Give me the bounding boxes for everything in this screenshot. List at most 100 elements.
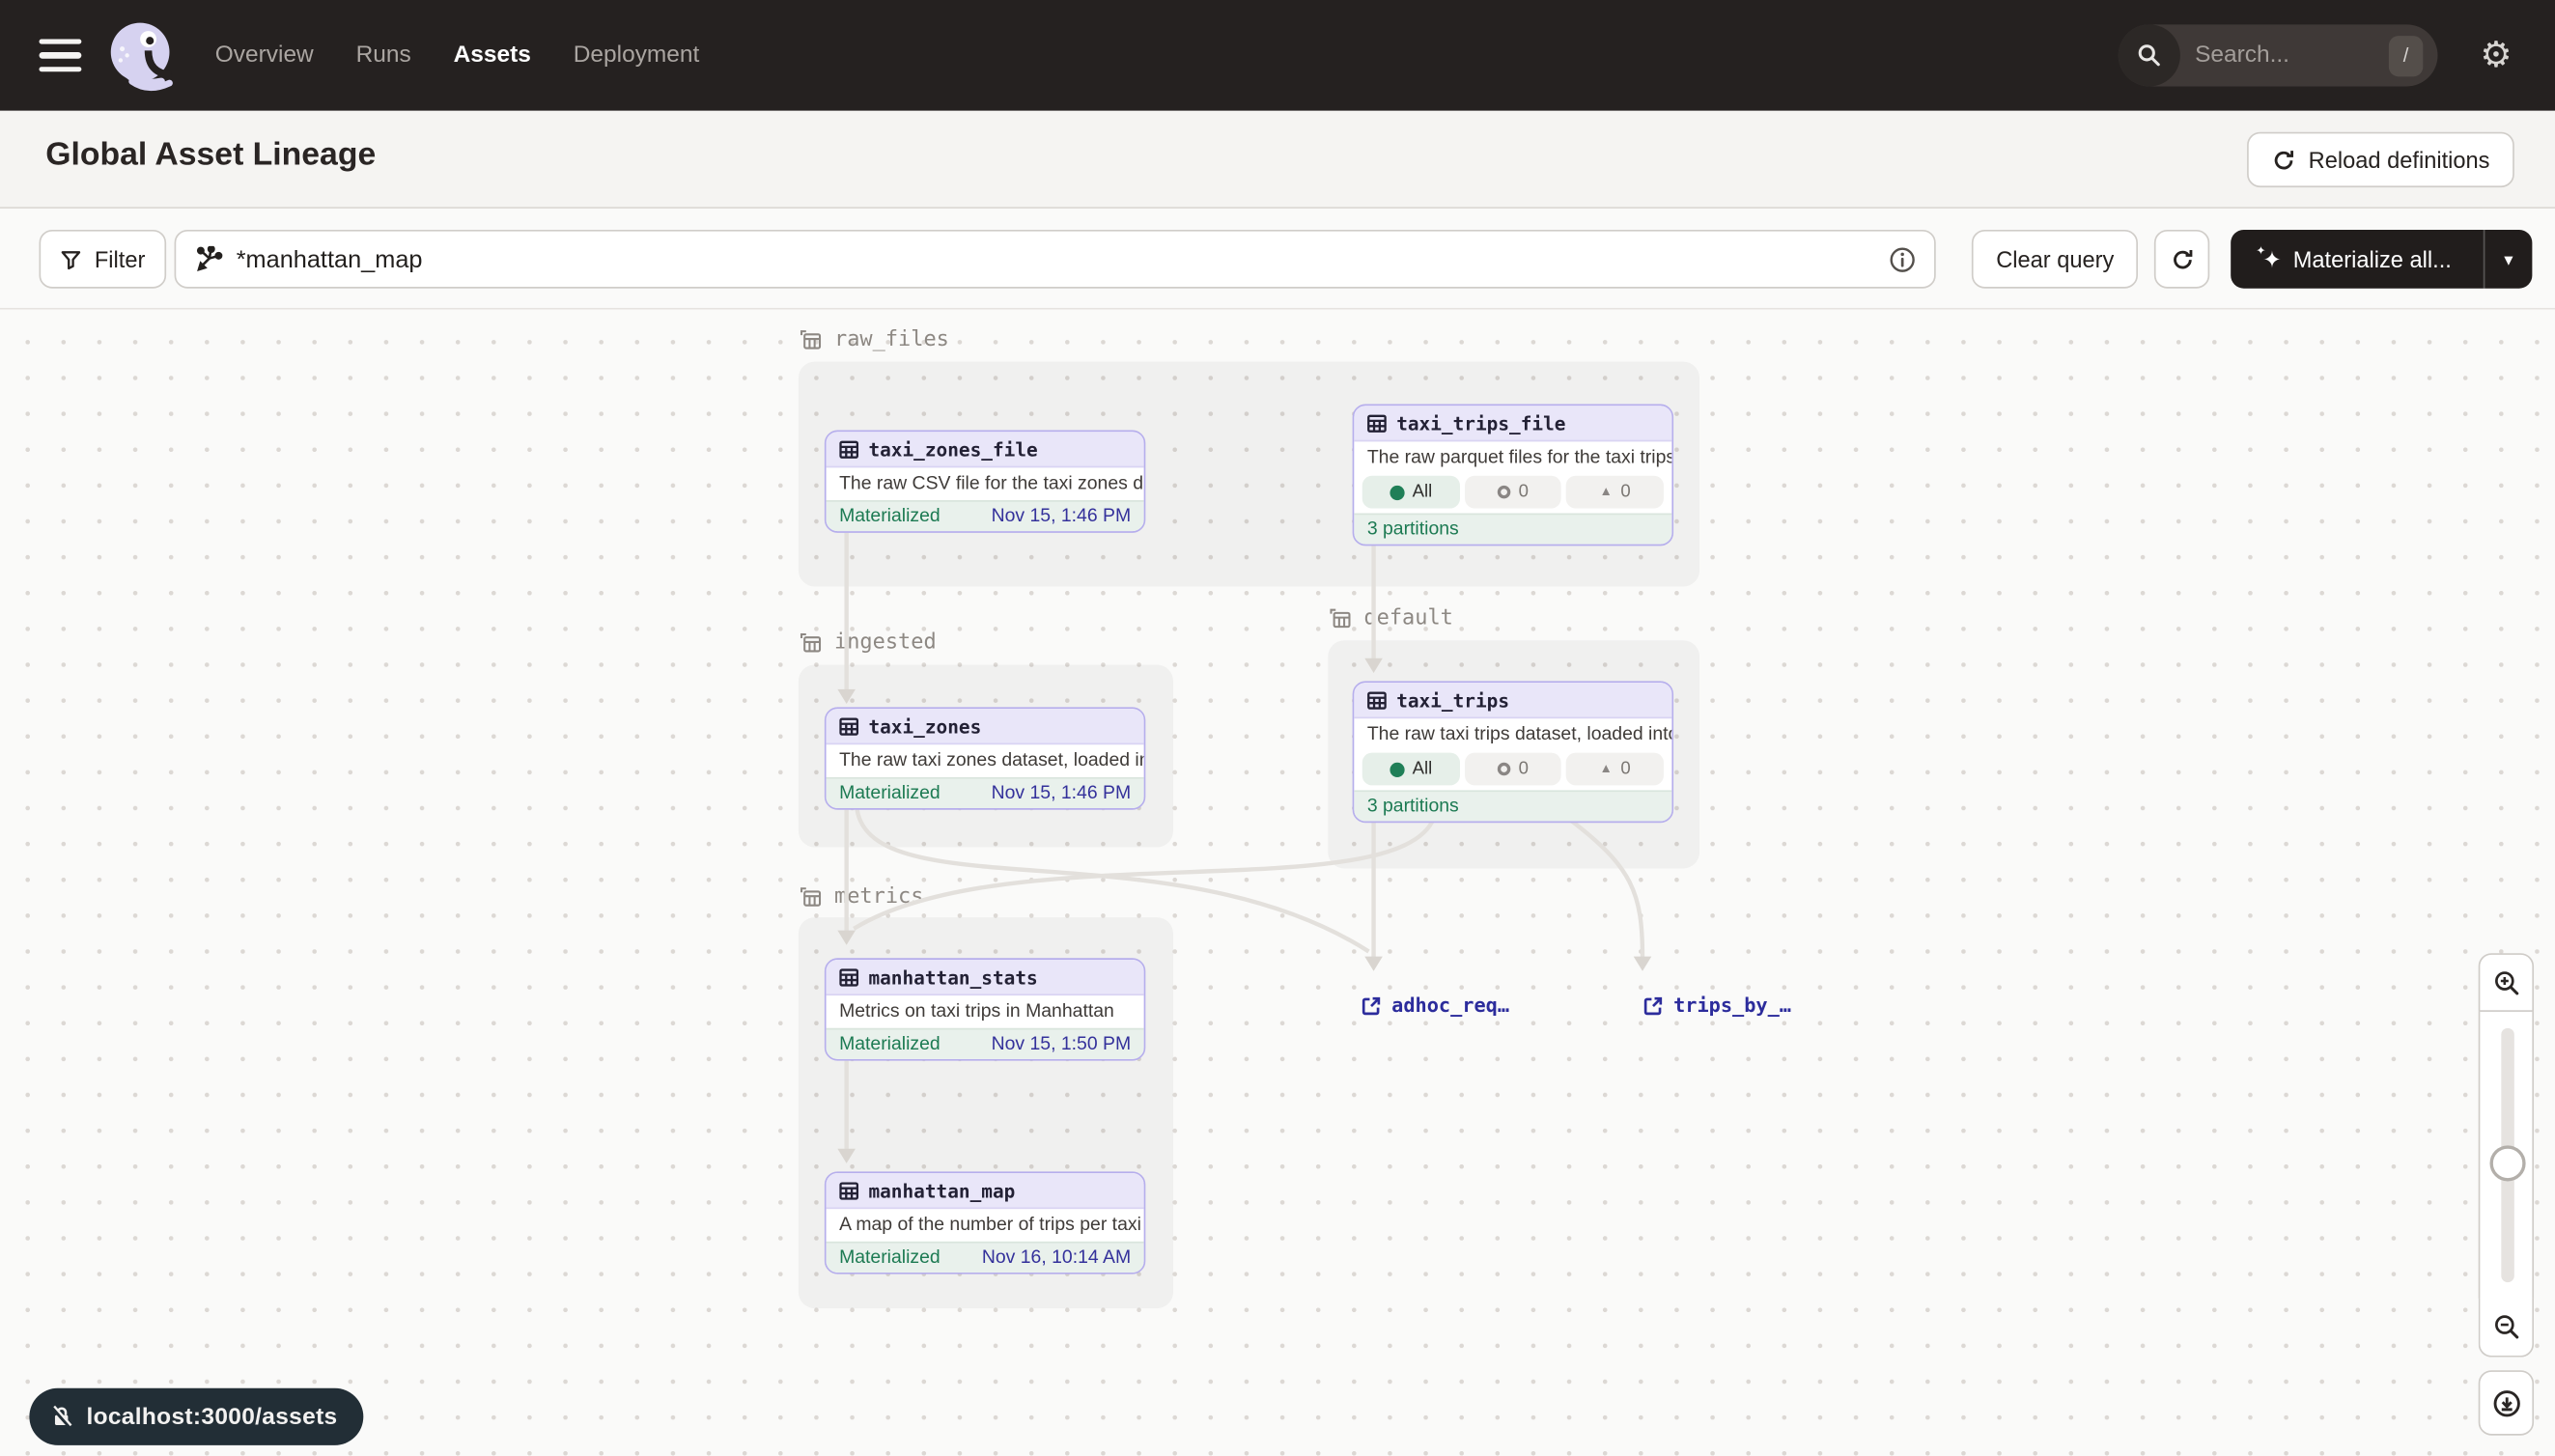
download-image-button[interactable] bbox=[2479, 1370, 2534, 1436]
zoom-in-button[interactable] bbox=[2479, 953, 2534, 1012]
asset-name: taxi_trips_file bbox=[1396, 411, 1565, 434]
reload-definitions-label: Reload definitions bbox=[2309, 147, 2490, 173]
dagster-app: Overview Runs Assets Deployment Search..… bbox=[0, 0, 2555, 1456]
page-header: Global Asset Lineage Reload definitions bbox=[0, 111, 2555, 209]
asset-selection-value: *manhattan_map bbox=[237, 245, 1889, 273]
browser-status-url: localhost:3000/assets bbox=[29, 1388, 363, 1445]
asset-status-footer: Materialized Nov 16, 10:14 AM bbox=[827, 1242, 1144, 1273]
external-link-icon bbox=[1642, 994, 1664, 1016]
info-icon[interactable] bbox=[1889, 245, 1917, 273]
asset-name: manhattan_stats bbox=[868, 966, 1037, 989]
clear-query-button[interactable]: Clear query bbox=[1972, 230, 2139, 289]
materialize-all-label: Materialize all... bbox=[2293, 246, 2452, 272]
insecure-lock-icon bbox=[49, 1405, 73, 1429]
missing-ring-icon bbox=[1498, 486, 1511, 499]
search-placeholder: Search... bbox=[2195, 42, 2389, 69]
materialized-timestamp: Nov 15, 1:46 PM bbox=[992, 784, 1132, 803]
materialize-dropdown-caret[interactable]: ▾ bbox=[2485, 248, 2532, 269]
table-icon bbox=[839, 1181, 858, 1200]
funnel-icon bbox=[60, 248, 81, 269]
filter-label: Filter bbox=[95, 246, 146, 272]
zoom-slider[interactable] bbox=[2479, 1012, 2534, 1299]
reload-definitions-button[interactable]: Reload definitions bbox=[2247, 132, 2514, 187]
materialized-timestamp: Nov 16, 10:14 AM bbox=[982, 1248, 1131, 1268]
lineage-edges bbox=[0, 310, 2555, 1456]
primary-nav: Overview Runs Assets Deployment bbox=[215, 42, 700, 69]
asset-node-taxi_zones_file[interactable]: taxi_zones_file The raw CSV file for the… bbox=[825, 431, 1145, 533]
asset-name: taxi_zones bbox=[868, 714, 981, 738]
sparkle-icon: ✦✦ bbox=[2262, 248, 2282, 271]
menu-hamburger-icon[interactable] bbox=[40, 40, 82, 72]
asset-status-footer: 3 partitions bbox=[1354, 514, 1671, 545]
failed-triangle-icon: ▲ bbox=[1600, 486, 1613, 499]
downstream-asset-label: adhoc_req… bbox=[1391, 994, 1509, 1017]
partitions-all-pill[interactable]: All bbox=[1362, 753, 1460, 786]
global-search-input[interactable]: Search... / bbox=[2119, 24, 2438, 86]
success-dot-icon bbox=[1390, 762, 1404, 776]
lineage-toolbar: Filter *manhattan_map Cl bbox=[0, 209, 2555, 310]
reload-icon bbox=[2271, 148, 2295, 172]
asset-status-footer: Materialized Nov 15, 1:50 PM bbox=[827, 1028, 1144, 1059]
asset-name: manhattan_map bbox=[868, 1179, 1015, 1202]
asset-node-header: manhattan_map bbox=[827, 1173, 1144, 1209]
table-icon bbox=[839, 439, 858, 459]
partitions-missing-pill[interactable]: 0 bbox=[1465, 476, 1562, 509]
asset-status-footer: Materialized Nov 15, 1:46 PM bbox=[827, 500, 1144, 531]
search-shortcut-key: / bbox=[2389, 35, 2423, 75]
lineage-canvas[interactable]: raw_files ingested default metrics bbox=[0, 310, 2555, 1456]
table-icon bbox=[1367, 690, 1387, 710]
downstream-asset-link-adhoc_request[interactable]: adhoc_req… bbox=[1361, 994, 1509, 1017]
partitions-failed-pill[interactable]: ▲0 bbox=[1566, 476, 1664, 509]
partitions-all-pill[interactable]: All bbox=[1362, 476, 1460, 509]
asset-node-taxi_trips[interactable]: taxi_trips The raw taxi trips dataset, l… bbox=[1353, 681, 1673, 823]
asset-node-header: manhattan_stats bbox=[827, 960, 1144, 995]
asset-description: A map of the number of trips per taxi z.… bbox=[827, 1209, 1144, 1242]
asset-status-footer: 3 partitions bbox=[1354, 790, 1671, 821]
asset-node-taxi_trips_file[interactable]: taxi_trips_file The raw parquet files fo… bbox=[1353, 405, 1673, 546]
nav-item-assets[interactable]: Assets bbox=[454, 42, 531, 69]
refresh-graph-button[interactable] bbox=[2154, 230, 2209, 289]
download-icon bbox=[2490, 1387, 2521, 1418]
materialized-status: Materialized bbox=[839, 784, 941, 803]
asset-name: taxi_zones_file bbox=[868, 437, 1037, 461]
materialized-status: Materialized bbox=[839, 1248, 941, 1268]
asset-node-taxi_zones[interactable]: taxi_zones The raw taxi zones dataset, l… bbox=[825, 707, 1145, 809]
partitions-failed-pill[interactable]: ▲0 bbox=[1566, 753, 1664, 786]
partition-health-pills: All 0 ▲0 bbox=[1354, 751, 1671, 791]
materialized-timestamp: Nov 15, 1:46 PM bbox=[992, 507, 1132, 526]
asset-description: The raw taxi zones dataset, loaded int..… bbox=[827, 744, 1144, 777]
dagster-logo[interactable] bbox=[104, 18, 180, 94]
refresh-icon bbox=[2170, 247, 2194, 271]
zoom-out-button[interactable] bbox=[2479, 1299, 2534, 1358]
zoom-slider-handle[interactable] bbox=[2490, 1145, 2526, 1181]
top-nav-bar: Overview Runs Assets Deployment Search..… bbox=[0, 0, 2555, 111]
nav-item-deployment[interactable]: Deployment bbox=[574, 42, 700, 69]
partition-count: 3 partitions bbox=[1367, 519, 1459, 539]
asset-description: The raw taxi trips dataset, loaded into … bbox=[1354, 718, 1671, 751]
downstream-asset-link-trips_by[interactable]: trips_by_… bbox=[1642, 994, 1791, 1017]
clear-query-label: Clear query bbox=[1996, 246, 2114, 272]
materialized-status: Materialized bbox=[839, 1035, 941, 1054]
asset-selection-input[interactable]: *manhattan_map bbox=[175, 230, 1936, 289]
asset-name: taxi_trips bbox=[1396, 688, 1509, 712]
asset-node-header: taxi_trips bbox=[1354, 683, 1671, 718]
asset-status-footer: Materialized Nov 15, 1:46 PM bbox=[827, 777, 1144, 808]
nav-item-overview[interactable]: Overview bbox=[215, 42, 314, 69]
asset-node-manhattan_map[interactable]: manhattan_map A map of the number of tri… bbox=[825, 1171, 1145, 1274]
settings-gear-icon[interactable]: ⚙ bbox=[2480, 34, 2512, 76]
asset-node-manhattan_stats[interactable]: manhattan_stats Metrics on taxi trips in… bbox=[825, 958, 1145, 1060]
failed-triangle-icon: ▲ bbox=[1600, 763, 1613, 776]
materialize-all-button[interactable]: ✦✦ Materialize all... ▾ bbox=[2231, 230, 2532, 289]
downstream-asset-label: trips_by_… bbox=[1673, 994, 1791, 1017]
missing-ring-icon bbox=[1498, 763, 1511, 776]
filter-button[interactable]: Filter bbox=[40, 230, 167, 289]
partition-health-pills: All 0 ▲0 bbox=[1354, 474, 1671, 514]
partition-count: 3 partitions bbox=[1367, 797, 1459, 816]
partitions-missing-pill[interactable]: 0 bbox=[1465, 753, 1562, 786]
materialized-timestamp: Nov 15, 1:50 PM bbox=[992, 1035, 1132, 1054]
table-icon bbox=[1367, 413, 1387, 433]
page-title: Global Asset Lineage bbox=[45, 137, 376, 175]
nav-item-runs[interactable]: Runs bbox=[356, 42, 411, 69]
zoom-controls bbox=[2479, 953, 2534, 1358]
success-dot-icon bbox=[1390, 485, 1404, 499]
